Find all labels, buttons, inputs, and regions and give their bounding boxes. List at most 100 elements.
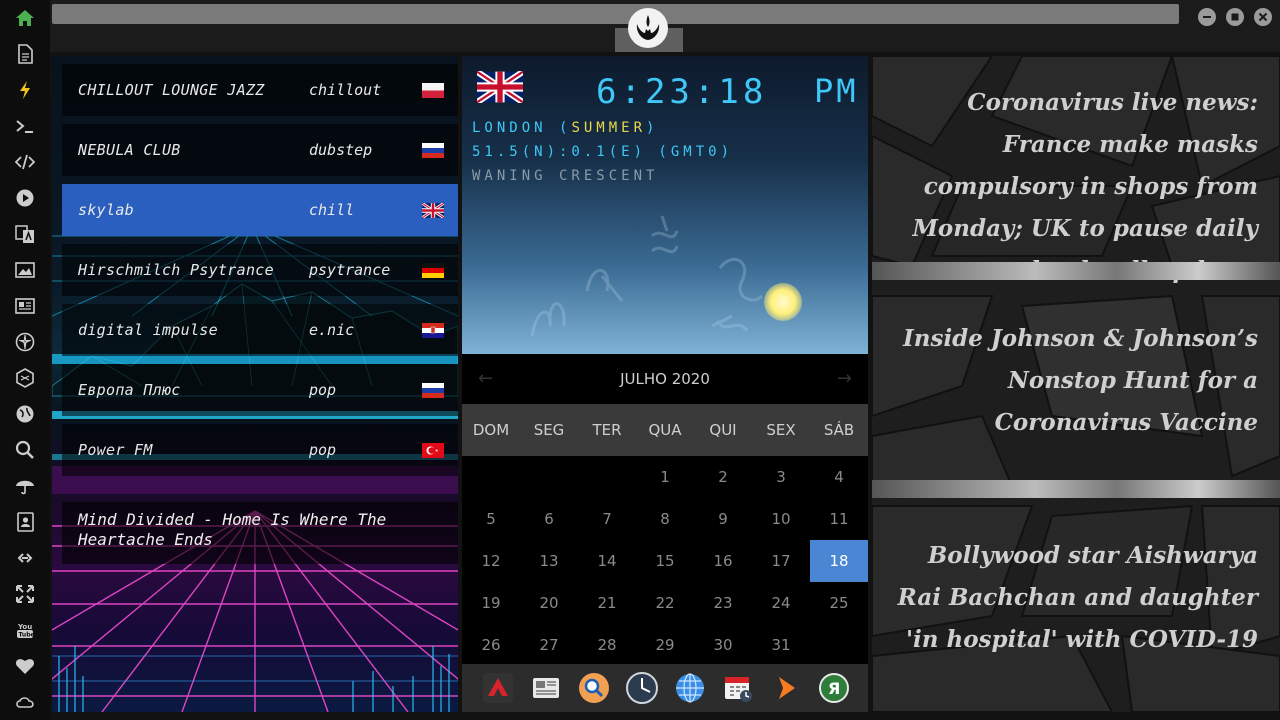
image-icon[interactable] xyxy=(13,258,37,282)
calendar-day[interactable]: 10 xyxy=(752,498,810,540)
calendar-day[interactable]: 12 xyxy=(462,540,520,582)
calendar-day[interactable]: 9 xyxy=(694,498,752,540)
station-item-active[interactable]: skylab chill xyxy=(62,184,458,236)
calendar-day[interactable] xyxy=(810,624,868,666)
hexagon-icon[interactable] xyxy=(13,366,37,390)
calendar-day[interactable]: 11 xyxy=(810,498,868,540)
weekday-header: SEG xyxy=(533,421,565,439)
calendar-week: 26 27 28 29 30 31 xyxy=(462,624,868,666)
globe-app-icon[interactable] xyxy=(674,672,706,704)
calendar-day[interactable]: 2 xyxy=(694,456,752,498)
calendar-day[interactable]: 3 xyxy=(752,456,810,498)
calendar-day[interactable]: 15 xyxy=(636,540,694,582)
calendar-day[interactable]: 13 xyxy=(520,540,578,582)
lightning-icon[interactable] xyxy=(13,78,37,102)
home-icon[interactable] xyxy=(13,6,37,30)
calendar-day[interactable] xyxy=(578,456,636,498)
station-item[interactable]: CHILLOUT LOUNGE JAZZ chillout xyxy=(62,64,458,116)
contacts-icon[interactable] xyxy=(13,510,37,534)
news-headline[interactable]: Inside Johnson & Johnson’s Nonstop Hunt … xyxy=(884,318,1258,444)
calendar-day[interactable]: 19 xyxy=(462,582,520,624)
location-suffix: ) xyxy=(646,120,659,136)
maximize-button[interactable] xyxy=(1226,8,1244,26)
next-month-button[interactable]: → xyxy=(837,368,852,389)
calendar-day[interactable]: 4 xyxy=(810,456,868,498)
calendar-day[interactable]: 7 xyxy=(578,498,636,540)
station-item[interactable]: NEBULA CLUB dubstep xyxy=(62,124,458,176)
station-genre: chillout xyxy=(309,81,382,99)
translate-icon[interactable] xyxy=(13,222,37,246)
calendar-day[interactable]: 28 xyxy=(578,624,636,666)
yandex-app-icon[interactable]: Я xyxy=(818,672,850,704)
rebel-logo-icon[interactable] xyxy=(628,8,668,48)
calendar-day[interactable]: 20 xyxy=(520,582,578,624)
sidebar-rail: You Tube xyxy=(0,0,50,720)
youtube-icon[interactable]: You Tube xyxy=(13,618,37,642)
newspaper-icon[interactable] xyxy=(13,294,37,318)
clock-time: 6:23:18 xyxy=(596,72,768,112)
play-app-icon[interactable] xyxy=(770,672,802,704)
calendar-day[interactable]: 8 xyxy=(636,498,694,540)
now-playing-title: Mind Divided - Home Is Where The Heartac… xyxy=(62,502,458,564)
station-item[interactable]: digital impulse e.nic xyxy=(62,304,458,356)
calendar-day[interactable]: 17 xyxy=(752,540,810,582)
app-dock: Я xyxy=(462,664,868,712)
calendar-day[interactable]: 24 xyxy=(752,582,810,624)
cloud-icon[interactable] xyxy=(13,690,37,714)
calendar-day[interactable] xyxy=(520,456,578,498)
station-name: NEBULA CLUB xyxy=(78,141,181,159)
top-bar xyxy=(50,0,1280,52)
calendar-day[interactable]: 6 xyxy=(520,498,578,540)
station-item[interactable]: Европа Плюс pop xyxy=(62,364,458,416)
calendar-day[interactable]: 23 xyxy=(694,582,752,624)
calendar-day[interactable]: 22 xyxy=(636,582,694,624)
poland-flag-icon xyxy=(422,82,444,98)
minimize-button[interactable] xyxy=(1198,8,1216,26)
calendar-day[interactable]: 31 xyxy=(752,624,810,666)
station-item[interactable]: Power FM pop xyxy=(62,424,458,476)
arrow-app-icon[interactable] xyxy=(482,672,514,704)
news-headline[interactable]: Coronavirus live news: France make masks… xyxy=(884,82,1258,292)
code-icon[interactable] xyxy=(13,150,37,174)
calendar-app-icon[interactable] xyxy=(722,672,754,704)
calendar-week: 19 20 21 22 23 24 25 xyxy=(462,582,868,624)
calendar-day[interactable] xyxy=(462,456,520,498)
news-app-icon[interactable] xyxy=(530,672,562,704)
rebel-icon[interactable] xyxy=(13,330,37,354)
file-icon[interactable] xyxy=(13,42,37,66)
prev-month-button[interactable]: ← xyxy=(478,368,493,389)
calendar-day[interactable]: 25 xyxy=(810,582,868,624)
calendar-day[interactable]: 29 xyxy=(636,624,694,666)
clock-ampm: PM xyxy=(814,72,859,110)
address-bar[interactable] xyxy=(52,4,1179,24)
calendar-day[interactable]: 16 xyxy=(694,540,752,582)
svg-text:You: You xyxy=(17,623,32,631)
calendar-day-today[interactable]: 18 xyxy=(810,540,868,582)
calendar-day[interactable]: 27 xyxy=(520,624,578,666)
play-icon[interactable] xyxy=(13,186,37,210)
fullscreen-icon[interactable] xyxy=(13,582,37,606)
clock-app-icon[interactable] xyxy=(626,672,658,704)
location-prefix: LONDON ( xyxy=(472,120,572,136)
calendar-day[interactable]: 5 xyxy=(462,498,520,540)
heart-icon[interactable] xyxy=(13,654,37,678)
calendar-day[interactable]: 26 xyxy=(462,624,520,666)
terminal-icon[interactable] xyxy=(13,114,37,138)
calendar-day[interactable]: 1 xyxy=(636,456,694,498)
close-button[interactable] xyxy=(1254,8,1272,26)
station-genre: pop xyxy=(309,381,337,399)
calendar-day[interactable]: 21 xyxy=(578,582,636,624)
search-app-icon[interactable] xyxy=(578,672,610,704)
station-genre: pop xyxy=(309,441,337,459)
news-headline[interactable]: Bollywood star Aishwarya Rai Bachchan an… xyxy=(884,535,1258,661)
station-item[interactable]: Hirschmilch Psytrance psytrance xyxy=(62,244,458,296)
calendar-day[interactable]: 30 xyxy=(694,624,752,666)
svg-text:Tube: Tube xyxy=(19,632,35,639)
search-icon[interactable] xyxy=(13,438,37,462)
calendar-day[interactable]: 14 xyxy=(578,540,636,582)
globe-icon[interactable] xyxy=(13,402,37,426)
croatia-flag-icon xyxy=(422,322,444,338)
station-genre: psytrance xyxy=(309,261,391,279)
link-icon[interactable] xyxy=(13,546,37,570)
umbrella-icon[interactable] xyxy=(13,474,37,498)
